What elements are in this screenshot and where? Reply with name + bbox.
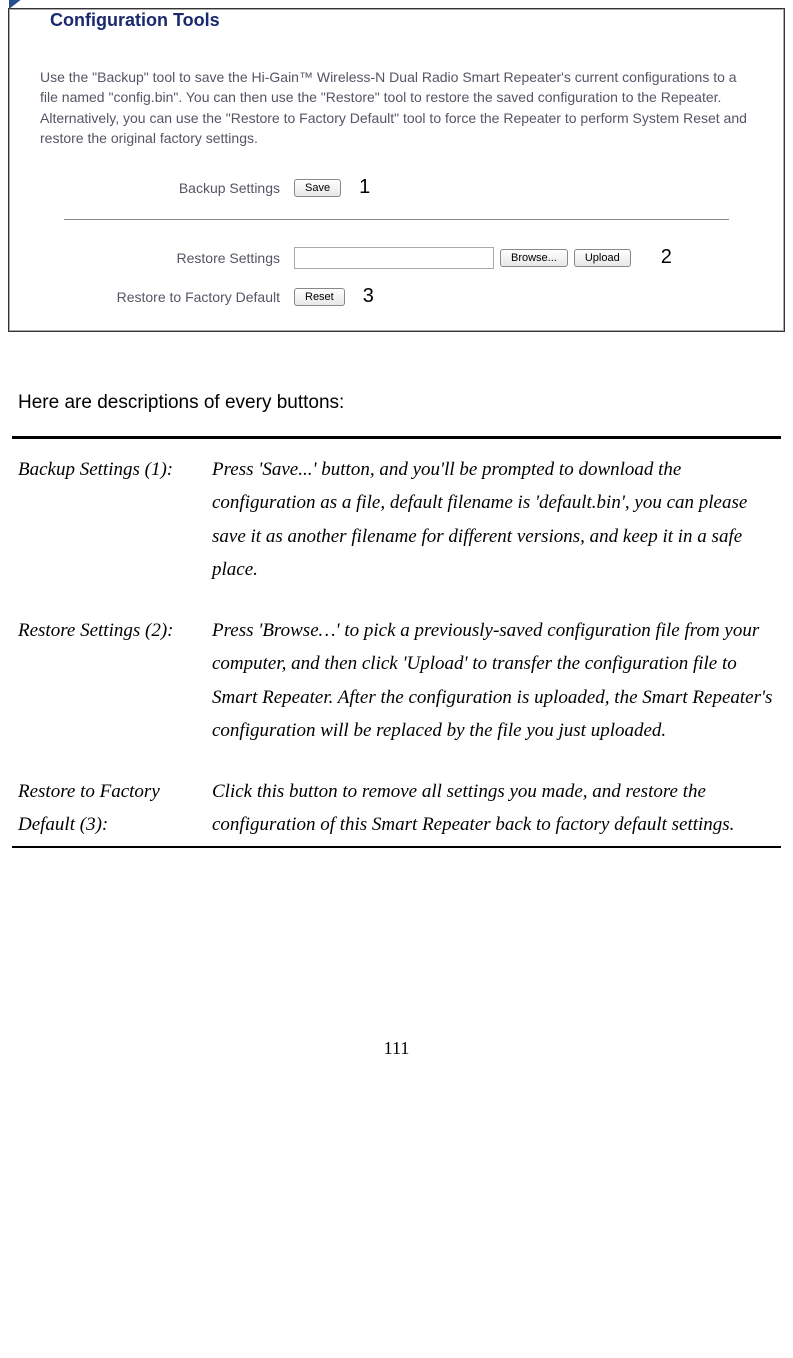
save-button[interactable]: Save — [294, 179, 341, 197]
descriptions-block: Backup Settings (1): Press 'Save...' but… — [12, 436, 781, 848]
browse-button[interactable]: Browse... — [500, 249, 568, 267]
desc-row-restore: Restore Settings (2): Press 'Browse…' to… — [12, 600, 781, 761]
row-factory: Restore to Factory Default Reset 3 — [38, 277, 755, 316]
row-backup: Backup Settings Save 1 — [38, 168, 755, 207]
desc-row-factory: Restore to Factory Default (3): Click th… — [12, 761, 781, 846]
file-path-input[interactable] — [294, 247, 494, 269]
desc-title-backup: Backup Settings (1): — [12, 453, 212, 586]
annotation-3: 3 — [363, 285, 374, 308]
desc-body-backup: Press 'Save...' button, and you'll be pr… — [212, 453, 781, 586]
descriptions-heading: Here are descriptions of every buttons: — [18, 392, 775, 414]
panel-title: Configuration Tools — [50, 10, 220, 31]
reset-button[interactable]: Reset — [294, 288, 345, 306]
config-panel-inner: Configuration Tools Use the "Backup" too… — [9, 9, 784, 331]
panel-description: Use the "Backup" tool to save the Hi-Gai… — [10, 31, 783, 158]
desc-title-factory: Restore to Factory Default (3): — [12, 775, 212, 842]
annotation-1: 1 — [359, 176, 370, 199]
page-number: 111 — [8, 1038, 785, 1059]
label-factory: Restore to Factory Default — [38, 289, 294, 305]
label-backup: Backup Settings — [38, 180, 294, 196]
desc-title-restore: Restore Settings (2): — [12, 614, 212, 747]
desc-body-factory: Click this button to remove all settings… — [212, 775, 781, 842]
upload-button[interactable]: Upload — [574, 249, 631, 267]
corner-triangle-icon — [9, 0, 27, 9]
row-restore: Restore Settings Browse... Upload 2 — [38, 238, 755, 277]
config-panel-outer: Configuration Tools Use the "Backup" too… — [8, 8, 785, 332]
label-restore: Restore Settings — [38, 250, 294, 266]
desc-row-backup: Backup Settings (1): Press 'Save...' but… — [12, 439, 781, 600]
desc-body-restore: Press 'Browse…' to pick a previously-sav… — [212, 614, 781, 747]
divider — [64, 219, 729, 220]
annotation-2: 2 — [661, 246, 672, 269]
